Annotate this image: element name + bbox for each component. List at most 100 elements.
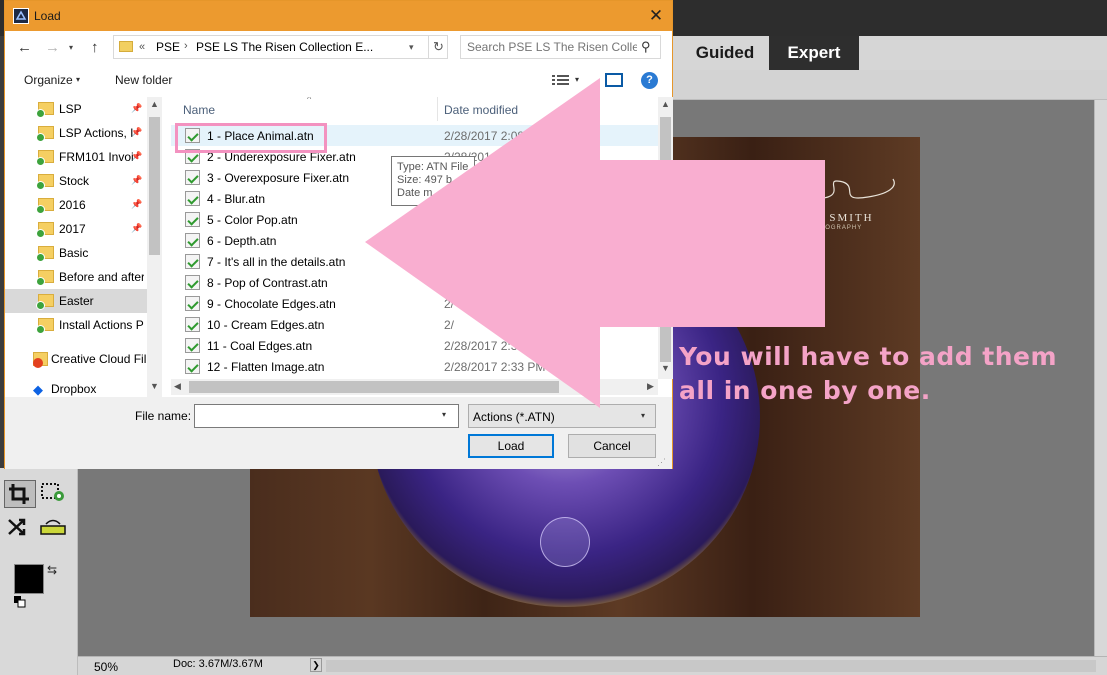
navigation-row: ← → ▾ ↑ « PSE › PSE LS The Risen Collect… xyxy=(5,33,672,63)
pin-icon[interactable]: 📌 xyxy=(131,175,142,186)
sidebar-item[interactable]: Before and after xyxy=(5,265,147,289)
breadcrumb-pse[interactable]: PSE xyxy=(156,40,180,54)
chevron-down-icon[interactable]: ▾ xyxy=(409,42,414,53)
file-name: 7 - It's all in the details.atn xyxy=(207,255,346,269)
file-name: 11 - Coal Edges.atn xyxy=(207,339,313,353)
column-header-name[interactable]: Name xyxy=(183,103,215,117)
sidebar-item[interactable]: LSP Actions, I 📌 xyxy=(5,121,147,145)
foreground-color-swatch[interactable] xyxy=(14,564,44,594)
chevron-down-icon[interactable]: ▾ xyxy=(442,410,446,419)
sidebar-item-dropbox[interactable]: ◆ Dropbox xyxy=(5,377,147,397)
dropbox-icon: ◆ xyxy=(33,382,43,397)
sidebar-item-label: Before and after xyxy=(59,270,144,284)
cookie-cutter-tool[interactable] xyxy=(38,480,70,508)
file-name: 10 - Cream Edges.atn xyxy=(207,318,325,332)
dialog-titlebar[interactable]: Load ✕ xyxy=(5,1,672,31)
breadcrumb-separator-icon[interactable]: › xyxy=(184,40,188,52)
sidebar-item-label: Dropbox xyxy=(51,382,97,396)
cookie-cutter-icon xyxy=(41,483,64,501)
sort-ascending-icon: ^ xyxy=(307,97,312,104)
sidebar-item[interactable]: Install Actions PS xyxy=(5,313,147,337)
breadcrumb-current-folder[interactable]: PSE LS The Risen Collection E... xyxy=(196,40,406,54)
swap-colors-icon[interactable]: ⇆ xyxy=(47,563,57,577)
sidebar-item[interactable]: 2016 📌 xyxy=(5,193,147,217)
refresh-icon[interactable]: ↻ xyxy=(428,36,448,58)
pin-icon[interactable]: 📌 xyxy=(131,151,142,162)
file-name: 9 - Chocolate Edges.atn xyxy=(207,297,336,311)
pin-icon[interactable]: 📌 xyxy=(131,223,142,234)
sidebar-item[interactable]: Easter xyxy=(5,289,147,313)
file-name: 12 - Flatten Image.atn xyxy=(207,360,325,374)
canvas-horizontal-scrollbar[interactable] xyxy=(326,660,1096,672)
scroll-up-icon[interactable]: ▲ xyxy=(150,99,159,109)
resize-grip-icon[interactable]: ⋰ xyxy=(657,457,666,468)
forward-arrow-icon[interactable]: → xyxy=(45,39,60,56)
chevron-down-icon[interactable]: ▾ xyxy=(76,75,80,84)
sidebar-item[interactable]: 2017 📌 xyxy=(5,217,147,241)
sidebar-item-label: Basic xyxy=(59,246,89,260)
sidebar-item[interactable]: Basic xyxy=(5,241,147,265)
sync-status-icon xyxy=(36,301,45,310)
recent-locations-icon[interactable]: ▾ xyxy=(69,43,73,52)
straighten-tool[interactable] xyxy=(38,514,70,542)
search-input[interactable] xyxy=(467,40,637,54)
overflow-chevron-icon[interactable]: « xyxy=(139,41,145,53)
scroll-left-icon[interactable]: ◀ xyxy=(174,381,181,392)
scroll-down-icon[interactable]: ▼ xyxy=(150,381,159,391)
canvas-vertical-scrollbar[interactable] xyxy=(1094,100,1107,656)
atn-file-icon xyxy=(185,296,200,311)
status-menu-arrow[interactable]: ❯ xyxy=(310,658,322,672)
address-bar[interactable]: « PSE › PSE LS The Risen Collection E...… xyxy=(113,35,448,59)
navigation-pane: LSP 📌 LSP Actions, I 📌 FRM101 Invoi 📌 Stock 📌 20… xyxy=(5,97,162,397)
file-type-value: Actions (*.ATN) xyxy=(473,410,555,424)
tab-guided[interactable]: Guided xyxy=(680,36,770,70)
load-button[interactable]: Load xyxy=(468,434,554,458)
pin-icon[interactable]: 📌 xyxy=(131,103,142,114)
search-box[interactable]: ⚲ xyxy=(460,35,661,59)
default-colors-icon[interactable] xyxy=(14,596,26,608)
sidebar-item[interactable]: Stock 📌 xyxy=(5,169,147,193)
crop-tool[interactable] xyxy=(4,480,36,508)
pin-icon[interactable]: 📌 xyxy=(131,199,142,210)
atn-file-icon xyxy=(185,254,200,269)
back-arrow-icon[interactable]: ← xyxy=(17,39,32,56)
atn-file-icon xyxy=(185,170,200,185)
atn-file-icon xyxy=(185,275,200,290)
file-name-label: File name: xyxy=(135,409,192,423)
file-name: 5 - Color Pop.atn xyxy=(207,213,298,227)
file-name: 3 - Overexposure Fixer.atn xyxy=(207,171,350,185)
tab-expert[interactable]: Expert xyxy=(769,36,859,70)
sidebar-item-label: Creative Cloud Fil xyxy=(51,352,146,366)
bubble-image xyxy=(540,517,590,567)
search-icon[interactable]: ⚲ xyxy=(641,39,651,55)
new-folder-button[interactable]: New folder xyxy=(115,73,172,87)
close-icon[interactable]: ✕ xyxy=(645,6,667,26)
atn-file-icon xyxy=(185,233,200,248)
pin-icon[interactable]: 📌 xyxy=(131,127,142,138)
folder-icon xyxy=(119,41,133,52)
status-bar: 50% Doc: 3.67M/3.67M ❯ xyxy=(78,656,1107,675)
mode-tabs: Guided Expert xyxy=(672,36,1107,70)
file-name: 4 - Blur.atn xyxy=(207,192,266,206)
organize-button[interactable]: Organize xyxy=(24,73,73,87)
content-aware-move-tool[interactable] xyxy=(4,514,36,542)
atn-file-icon xyxy=(185,359,200,374)
tools-panel: ⇆ xyxy=(0,468,78,675)
sync-status-icon xyxy=(36,133,45,142)
sidebar-item-label: Install Actions PS xyxy=(59,318,144,332)
navigation-pane-scrollbar[interactable]: ▲ ▼ xyxy=(147,97,162,397)
highlight-annotation-box xyxy=(175,123,327,153)
sidebar-item[interactable]: LSP 📌 xyxy=(5,97,147,121)
sidebar-item-creative-cloud[interactable]: Creative Cloud Fil xyxy=(5,347,147,371)
sidebar-item[interactable]: FRM101 Invoi 📌 xyxy=(5,145,147,169)
sidebar-item-label: Easter xyxy=(59,294,94,308)
sync-status-icon xyxy=(36,325,45,334)
up-folder-icon[interactable]: ↑ xyxy=(91,39,99,56)
atn-file-icon xyxy=(185,338,200,353)
cancel-button[interactable]: Cancel xyxy=(568,434,656,458)
zoom-level[interactable]: 50% xyxy=(94,660,118,674)
scrollbar-thumb[interactable] xyxy=(149,117,160,255)
crop-icon xyxy=(9,484,29,504)
creative-cloud-icon xyxy=(33,358,43,368)
app-icon xyxy=(13,8,29,24)
